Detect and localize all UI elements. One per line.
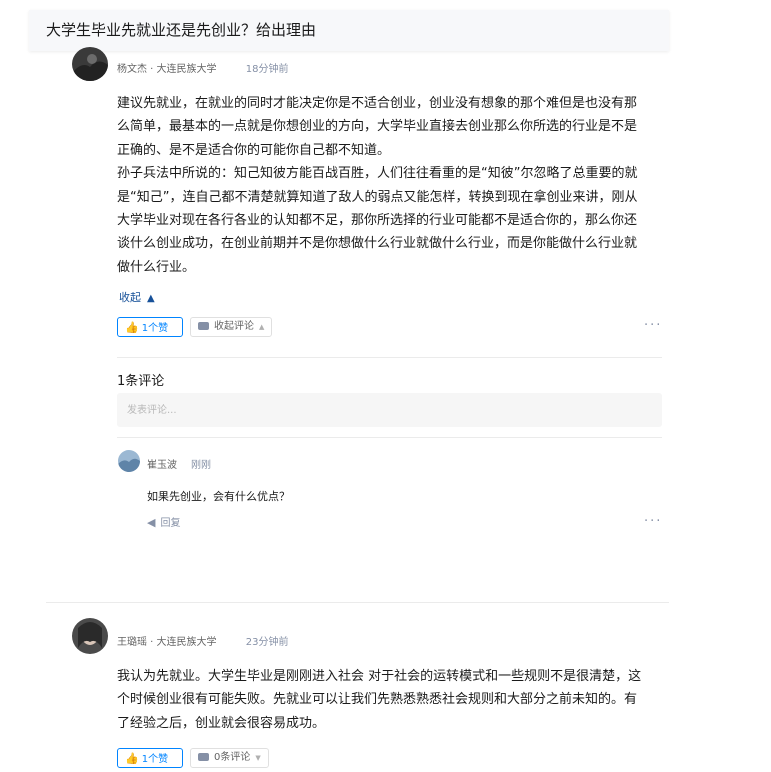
- answer-meta: 王璐瑶 · 大连民族大学 23分钟前: [117, 633, 288, 648]
- vote-count: 1个赞: [141, 323, 169, 334]
- avatar-photo-icon: [118, 450, 140, 472]
- comment-author[interactable]: 崔玉波: [147, 460, 177, 471]
- answer-content: 我认为先就业。大学生毕业是刚刚进入社会 对于社会的运转模式和一些规则不是很清楚，…: [117, 665, 677, 735]
- upvote-button[interactable]: 👍 1个赞: [117, 317, 183, 337]
- answer-time[interactable]: 23分钟前: [246, 637, 289, 648]
- comment-icon: [198, 753, 209, 761]
- author-school: 大连民族大学: [156, 64, 217, 75]
- meta-separator: ·: [147, 64, 157, 75]
- answer-line: 建议先就业，在就业的同时才能决定你是不适合创业，创业没有想象的那个难但是也没有那: [117, 96, 638, 111]
- more-options-button[interactable]: ···: [644, 318, 662, 333]
- author-name[interactable]: 杨文杰: [117, 64, 147, 75]
- reply-button[interactable]: ◀ 回复: [147, 514, 180, 529]
- answer-line: 是“知己”，连自己都不清楚就算知道了敌人的弱点又能怎样，转换到现在拿创业来讲，刚…: [117, 189, 638, 205]
- comment-time: 刚刚: [191, 460, 211, 471]
- caret-down-icon: ▼: [255, 754, 261, 762]
- toggle-comments-button[interactable]: 收起评论 ▲: [190, 317, 273, 337]
- answer-time[interactable]: 18分钟前: [246, 64, 289, 75]
- comment-avatar[interactable]: [118, 450, 140, 472]
- answer-line: 么简单，最基本的一点就是你想创业的方向，大学毕业直接去创业那么你所选的行业是不是: [117, 119, 638, 135]
- collapse-answer-button[interactable]: 收起 ▲: [119, 289, 155, 305]
- answer-content: 建议先就业，在就业的同时才能决定你是不适合创业，创业没有想象的那个难但是也没有那…: [117, 92, 667, 279]
- avatar[interactable]: [72, 47, 108, 81]
- comment-text: 如果先创业，会有什么优点？: [147, 490, 290, 503]
- chevron-up-icon: ▲: [147, 293, 155, 304]
- divider: [117, 357, 662, 358]
- author-school: 大连民族大学: [156, 637, 217, 648]
- avatar-photo-icon: [72, 47, 108, 81]
- comments-count: 1条评论: [117, 374, 165, 389]
- author-name[interactable]: 王璐瑶: [117, 637, 147, 648]
- answer-line: 我认为先就业。大学生毕业是刚刚进入社会 对于社会的运转模式和一些规则不是很清楚，…: [117, 669, 642, 684]
- answer-line: 个时候创业很有可能失败。先就业可以让我们先熟悉熟悉社会规则和大部分之前未知的。有: [117, 692, 638, 708]
- question-title[interactable]: 大学生毕业先就业还是先创业？给出理由: [46, 19, 316, 40]
- divider: [117, 437, 662, 438]
- thumbs-up-icon: 👍: [125, 321, 139, 334]
- answer-line: 孙子兵法中所说的：知己知彼方能百战百胜，人们往往看重的是“知彼”尔忽略了总重要的…: [117, 166, 638, 182]
- question-header: 大学生毕业先就业还是先创业？给出理由: [29, 10, 669, 51]
- answer-line: 做什么行业。: [117, 259, 196, 275]
- question-page: 大学生毕业先就业还是先创业？给出理由 杨文杰 · 大连民族大学 18分钟前 建议…: [29, 0, 669, 772]
- answer-line: 正确的、是不是适合你的可能你自己都不知道。: [117, 142, 391, 158]
- upvote-button[interactable]: 👍 1个赞: [117, 748, 183, 768]
- answer-line: 大学毕业对现在各行各业的认知都不足，那你所选择的行业可能都不是适合你的，那么你还: [117, 213, 638, 229]
- avatar[interactable]: [72, 618, 108, 654]
- caret-up-icon: ▲: [259, 323, 265, 331]
- answer-meta: 杨文杰 · 大连民族大学 18分钟前: [117, 60, 288, 75]
- avatar-photo-icon: [72, 618, 108, 654]
- answer-divider: [46, 602, 669, 603]
- toggle-comments-button[interactable]: 0条评论 ▼: [190, 748, 269, 768]
- meta-separator: ·: [147, 637, 157, 648]
- comment-more-button[interactable]: ···: [644, 514, 662, 529]
- comment-input[interactable]: [117, 393, 662, 427]
- comment-meta: 崔玉波 刚刚: [147, 456, 211, 471]
- answer-line: 了经验之后，创业就会很容易成功。: [117, 715, 326, 731]
- vote-count: 1个赞: [141, 754, 169, 765]
- answer-line: 谈什么创业成功，在创业前期并不是你想做什么行业就做什么行业，而是你能做什么行业就: [117, 236, 638, 252]
- comment-icon: [198, 322, 209, 330]
- reply-arrow-icon: ◀: [147, 516, 156, 529]
- thumbs-up-icon: 👍: [125, 752, 139, 765]
